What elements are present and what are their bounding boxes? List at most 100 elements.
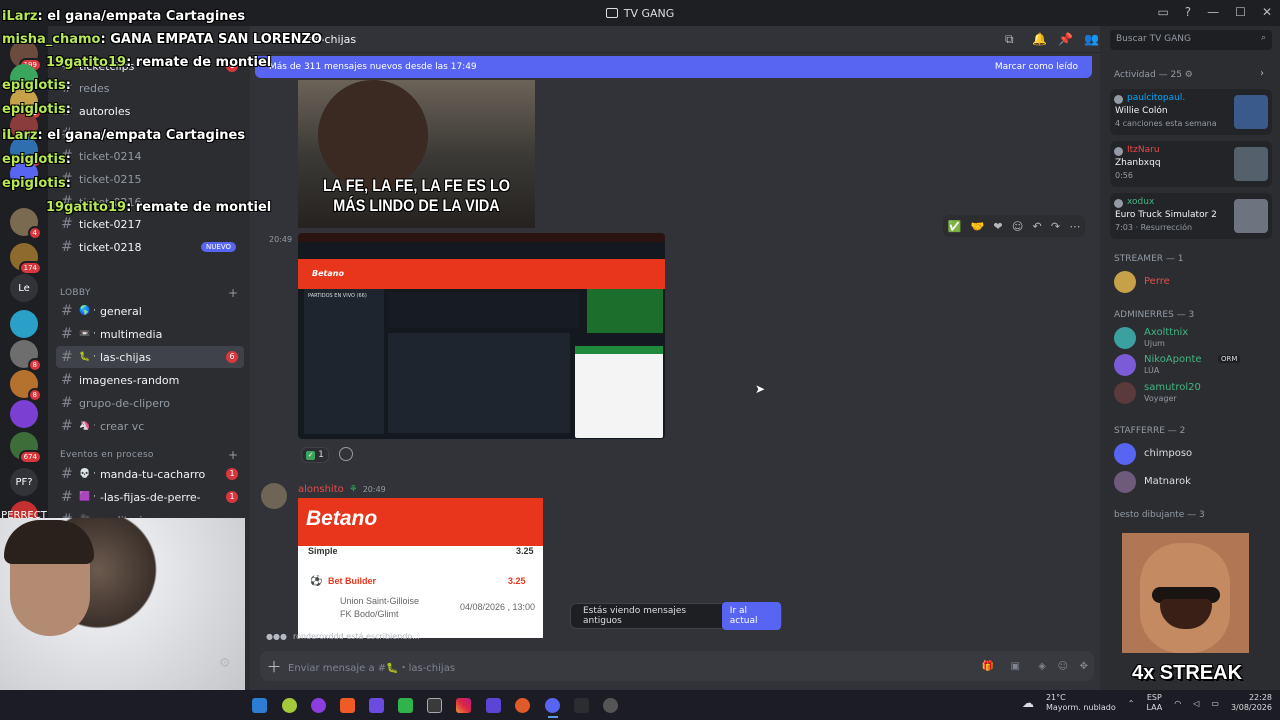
volume-icon[interactable]: ◁ <box>1193 699 1199 708</box>
brave-icon[interactable] <box>340 698 355 713</box>
search-input[interactable]: Buscar TV GANG ⌕ <box>1110 30 1272 50</box>
add-reaction-icon[interactable]: ☺ <box>1012 220 1023 233</box>
settings-gear-icon[interactable]: ⚙ <box>219 656 231 671</box>
server-icon[interactable]: 8 <box>10 340 42 372</box>
webcam-hair <box>4 520 94 564</box>
author-name[interactable]: alonshito <box>298 484 344 495</box>
activity-card[interactable]: xodux Euro Truck Simulator 2 7:03 · Resurr… <box>1110 193 1272 239</box>
channel-ticket-0214[interactable]: # ticket-0214 <box>56 145 244 167</box>
close-button[interactable]: ✕ <box>1262 5 1272 19</box>
new-messages-banner[interactable]: Más de 311 mensajes nuevos desde las 17:… <box>255 56 1092 78</box>
help-icon[interactable]: ? <box>1185 5 1191 19</box>
clock[interactable]: 22:28 3/08/2026 <box>1231 693 1272 713</box>
app-icon-6[interactable] <box>486 698 501 713</box>
member-item[interactable]: chimposo <box>1114 443 1274 467</box>
member-status: Ujum <box>1144 339 1165 348</box>
tray-chevron-icon[interactable]: ⌃ <box>1128 699 1135 708</box>
maximize-button[interactable]: ☐ <box>1235 5 1246 19</box>
reaction-check[interactable]: ✓ 1 <box>301 447 329 463</box>
composer-placeholder[interactable]: Enviar mensaje a #🐛・las-chijas <box>288 659 455 674</box>
server-icon[interactable]: 674 <box>10 432 42 464</box>
wifi-icon[interactable]: ◠ <box>1174 699 1181 708</box>
server-icon[interactable]: PF? <box>10 468 38 496</box>
channel-multimedia[interactable]: # 📼 · multimedia <box>56 323 244 345</box>
battery-icon[interactable]: ▭ <box>1211 699 1219 708</box>
add-reaction-button[interactable] <box>339 447 353 461</box>
edge-icon[interactable] <box>252 698 267 713</box>
apps-icon[interactable]: ✥ <box>1080 661 1088 672</box>
app-icon-9[interactable] <box>603 698 618 713</box>
chevron-right-icon[interactable]: › <box>1260 68 1264 79</box>
bet-slip-image[interactable]: Betano Simple 3.25 ⚽ Bet Builder 3.25 Un… <box>298 498 543 638</box>
channel-manda-tu-cacharro[interactable]: # 💀 · manda-tu-cacharro 1 <box>56 463 244 485</box>
clock-date: 3/08/2026 <box>1230 703 1272 712</box>
bell-icon[interactable]: 🔔 <box>1032 32 1047 46</box>
betting-screenshot[interactable]: Betano PARTIDOS EN VIVO (66) <box>298 233 665 439</box>
server-icon[interactable]: Le <box>10 274 38 302</box>
server-icon[interactable]: 174 <box>10 243 42 275</box>
member-item[interactable]: NikoAponte ORM LÚA <box>1114 354 1274 378</box>
member-item[interactable]: samutrol20 Voyager <box>1114 382 1274 406</box>
member-item[interactable]: Axolttnix Ujum <box>1114 327 1274 351</box>
app-icon-4[interactable] <box>398 698 413 713</box>
channel-ticket-0215[interactable]: # ticket-0215 <box>56 168 244 190</box>
server-icon[interactable] <box>10 310 38 338</box>
channel-general[interactable]: # 🌎 · general <box>56 300 244 322</box>
channel-grupo-de-clipero[interactable]: # grupo-de-clipero <box>56 392 244 414</box>
member-item[interactable]: Matnarok <box>1114 471 1274 495</box>
members-icon[interactable]: 👥 <box>1084 32 1099 46</box>
channel--las-fijas-de-perre-[interactable]: # 🟪 · -las-fijas-de-perre- 1 <box>56 486 244 508</box>
server-icon[interactable]: 8 <box>10 370 42 402</box>
check-react-icon[interactable]: ✅ <box>948 220 962 233</box>
app-icon-3[interactable] <box>369 698 384 713</box>
gift-icon[interactable]: 🎁 <box>982 661 994 672</box>
window-title: TV GANG <box>623 6 675 20</box>
category-events[interactable]: Eventos en proceso + <box>60 448 238 462</box>
channel-redes[interactable]: # redes <box>56 77 244 99</box>
app-icon-5[interactable] <box>456 698 471 713</box>
minimize-button[interactable]: — <box>1207 5 1219 19</box>
channel-ticket-0217[interactable]: # ticket-0217 <box>56 213 244 235</box>
server-icon[interactable] <box>10 400 38 428</box>
app-icon-7[interactable] <box>515 698 530 713</box>
upload-plus-icon[interactable]: ＋ <box>260 656 288 677</box>
channel-crear-vc[interactable]: # 🦄 · crear vc <box>56 415 244 437</box>
meme-image[interactable]: LA FE, LA FE, LA FE ES LO MÁS LINDO DE L… <box>298 80 535 228</box>
channel-las-chijas[interactable]: # 🐛 · las-chijas 6 <box>56 346 244 368</box>
channel-ticket-0218[interactable]: # ticket-0218 NUEVO <box>56 236 244 258</box>
app-icon-1[interactable] <box>282 698 297 713</box>
threads-icon[interactable]: ⧉ <box>1005 32 1014 47</box>
activity-card[interactable]: ItzNaru Zhanbxqq 0:56 <box>1110 141 1272 187</box>
mark-read-button[interactable]: Marcar como leído <box>995 62 1078 72</box>
reply-icon[interactable]: ↶ <box>1033 220 1042 233</box>
member-item[interactable]: Perre <box>1114 271 1274 295</box>
category-lobby[interactable]: LOBBY + <box>60 286 238 300</box>
pin-icon[interactable]: 📌 <box>1058 32 1073 46</box>
discord-icon[interactable] <box>545 698 560 713</box>
forward-icon[interactable]: ↷ <box>1051 220 1060 233</box>
app-icon-8[interactable] <box>574 698 589 713</box>
channel-imagenes-random[interactable]: # imagenes-random <box>56 369 244 391</box>
emoji-icon[interactable]: ☺ <box>1058 661 1068 672</box>
message-composer[interactable]: ＋ Enviar mensaje a #🐛・las-chijas 🎁 ▣ ◈ ☺… <box>260 651 1094 681</box>
sticker-icon[interactable]: ◈ <box>1038 661 1046 672</box>
app-icon-2[interactable] <box>311 698 326 713</box>
add-channel-icon[interactable]: + <box>228 448 238 462</box>
gif-icon[interactable]: ▣ <box>1011 661 1020 672</box>
language[interactable]: ESP LAA <box>1146 693 1162 713</box>
stream-chat-user: 19gatito19 <box>46 55 127 70</box>
stream-chat-line: epiglotis: <box>2 78 71 93</box>
jump-present-button[interactable]: Ir al actual <box>721 602 781 630</box>
channel-autoroles[interactable]: # autoroles <box>56 100 244 122</box>
activity-card[interactable]: paulcitopaul. Willie Colón 4 canciones est… <box>1110 89 1272 135</box>
capcut-icon[interactable] <box>427 698 442 713</box>
handshake-react-icon[interactable]: 🤝 <box>971 220 985 233</box>
weather[interactable]: 21°C Mayorm. nublado <box>1046 693 1116 713</box>
inbox-icon[interactable]: ▭ <box>1157 5 1168 19</box>
avatar[interactable] <box>261 483 287 509</box>
more-icon[interactable]: ⋯ <box>1069 220 1080 233</box>
heart-react-icon[interactable]: ❤ <box>993 220 1002 233</box>
add-channel-icon[interactable]: + <box>228 286 238 300</box>
stream-chat-line: 19gatito19: remate de montiel <box>46 55 271 70</box>
server-icon[interactable]: 4 <box>10 208 42 240</box>
